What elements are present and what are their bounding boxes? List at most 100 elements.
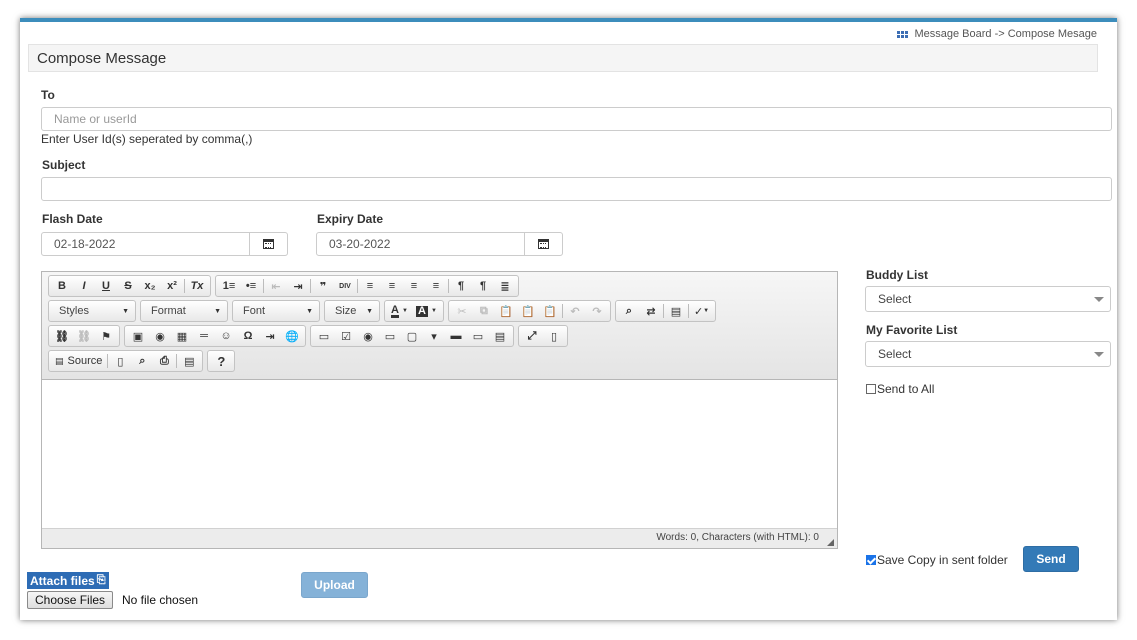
table-icon[interactable]: ▦ <box>171 326 193 346</box>
save-copy-checkbox[interactable] <box>866 555 876 565</box>
font-dropdown-label: Font <box>243 305 266 317</box>
expiry-date-input[interactable] <box>316 232 525 256</box>
editor-content-area[interactable] <box>42 380 837 528</box>
save-copy-option[interactable]: Save Copy in sent folder <box>866 553 1008 567</box>
source-button[interactable]: ▤ Source <box>51 351 106 371</box>
paste-text-icon[interactable]: 📋 <box>517 301 539 321</box>
text-color-icon[interactable]: A ▼ <box>387 301 412 321</box>
flash-date-input[interactable] <box>41 232 250 256</box>
send-to-all-checkbox[interactable] <box>866 384 876 394</box>
expiry-date-label: Expiry Date <box>317 212 384 226</box>
expiry-date-picker-button[interactable] <box>525 232 563 256</box>
flash-icon[interactable]: ◉ <box>149 326 171 346</box>
page-break-icon[interactable]: ⇥ <box>259 326 281 346</box>
send-to-all-label: Send to All <box>877 382 935 396</box>
image-button-icon[interactable]: ▭ <box>467 326 489 346</box>
attach-files-label: Attach files <box>30 573 95 588</box>
attach-files-link[interactable]: Attach files ⎘ <box>27 572 109 589</box>
print-icon[interactable]: ⎙ <box>153 351 175 371</box>
undo-icon[interactable]: ↶ <box>564 301 586 321</box>
preview-icon[interactable]: ⌕ <box>131 351 153 371</box>
templates-icon[interactable]: ▤ <box>178 351 200 371</box>
favorite-list-value: Select <box>878 347 912 361</box>
paste-icon[interactable]: 📋 <box>495 301 517 321</box>
cut-icon[interactable]: ✂ <box>451 301 473 321</box>
toolbar-row-2: Styles ▼ Format ▼ Font ▼ Size ▼ A ▼ A ▼ ✂ ⧉ <box>48 300 831 322</box>
size-dropdown[interactable]: Size ▼ <box>324 300 380 322</box>
select-all-icon[interactable]: ▤ <box>665 301 687 321</box>
separator <box>662 304 664 318</box>
align-left-button[interactable]: ≡ <box>359 276 381 296</box>
upload-button[interactable]: Upload <box>301 572 368 598</box>
outdent-button[interactable]: ⇤ <box>265 276 287 296</box>
language-button[interactable]: ≣ <box>494 276 516 296</box>
styles-dropdown[interactable]: Styles ▼ <box>48 300 136 322</box>
breadcrumb-text[interactable]: Message Board -> Compose Mesage <box>914 28 1097 40</box>
flash-date-label: Flash Date <box>42 212 103 226</box>
choose-files-button[interactable]: Choose Files <box>27 591 114 609</box>
colors-group: A ▼ A ▼ <box>384 300 444 322</box>
iframe-icon[interactable]: 🌐 <box>281 326 303 346</box>
bulleted-list-button[interactable]: •≡ <box>240 276 262 296</box>
subscript-button[interactable]: x₂ <box>139 276 161 296</box>
radio-icon[interactable]: ◉ <box>357 326 379 346</box>
buddy-list-select[interactable]: Select <box>865 286 1111 312</box>
form-icon[interactable]: ▭ <box>313 326 335 346</box>
image-icon[interactable]: ▣ <box>127 326 149 346</box>
link-icon[interactable]: ⛓ <box>51 326 73 346</box>
align-center-button[interactable]: ≡ <box>381 276 403 296</box>
indent-button[interactable]: ⇥ <box>287 276 309 296</box>
textfield-icon[interactable]: ▭ <box>379 326 401 346</box>
align-right-button[interactable]: ≡ <box>403 276 425 296</box>
blockquote-button[interactable]: ❞ <box>312 276 334 296</box>
replace-icon[interactable]: ⇄ <box>640 301 662 321</box>
word-count-text: Words: 0, Characters (with HTML): 0 <box>656 532 819 543</box>
redo-icon[interactable]: ↷ <box>586 301 608 321</box>
select-field-icon[interactable]: ▾ <box>423 326 445 346</box>
help-button[interactable]: ? <box>210 351 232 371</box>
paste-word-icon[interactable]: 📋 <box>539 301 561 321</box>
italic-button[interactable]: I <box>73 276 95 296</box>
unlink-icon[interactable]: ⛓ <box>73 326 95 346</box>
justify-button[interactable]: ≡ <box>425 276 447 296</box>
superscript-button[interactable]: x² <box>161 276 183 296</box>
copy-icon[interactable]: ⧉ <box>473 301 495 321</box>
flash-date-picker-button[interactable] <box>250 232 288 256</box>
toolbar-row-1: B I U S x₂ x² Tx 1≡ •≡ ⇤ ⇥ ❞ DIV ≡ ≡ ≡ ≡… <box>48 275 831 297</box>
rtl-button[interactable]: ¶ <box>472 276 494 296</box>
separator <box>176 354 178 368</box>
new-page-icon[interactable]: ▯ <box>109 351 131 371</box>
send-to-all-option[interactable]: Send to All <box>866 382 934 396</box>
source-icon: ▤ <box>55 355 64 366</box>
to-input[interactable] <box>41 107 1112 131</box>
smiley-icon[interactable]: ☺ <box>215 326 237 346</box>
maximize-icon[interactable]: ⤢ <box>521 326 543 346</box>
show-blocks-icon[interactable]: ▯ <box>543 326 565 346</box>
favorite-list-select[interactable]: Select <box>865 341 1111 367</box>
strike-button[interactable]: S <box>117 276 139 296</box>
textarea-icon[interactable]: ▢ <box>401 326 423 346</box>
buddy-list-value: Select <box>878 292 912 306</box>
compose-panel: Message Board -> Compose Mesage Compose … <box>20 18 1117 620</box>
spellcheck-icon[interactable]: ✓ ▼ <box>690 301 713 321</box>
underline-button[interactable]: U <box>95 276 117 296</box>
resize-handle-icon[interactable] <box>827 539 834 546</box>
font-dropdown[interactable]: Font ▼ <box>232 300 320 322</box>
format-dropdown[interactable]: Format ▼ <box>140 300 228 322</box>
anchor-flag-icon[interactable]: ⚑ <box>95 326 117 346</box>
remove-format-button[interactable]: Tx <box>186 276 208 296</box>
page-title: Compose Message <box>28 44 1098 72</box>
find-icon[interactable]: ⌕ <box>618 301 640 321</box>
hidden-field-icon[interactable]: ▤ <box>489 326 511 346</box>
checkbox-icon[interactable]: ☑ <box>335 326 357 346</box>
create-div-button[interactable]: DIV <box>334 276 356 296</box>
ltr-button[interactable]: ¶ <box>450 276 472 296</box>
special-char-icon[interactable]: Ω <box>237 326 259 346</box>
subject-input[interactable] <box>41 177 1112 201</box>
horizontal-line-icon[interactable]: ═ <box>193 326 215 346</box>
button-field-icon[interactable]: ▬ <box>445 326 467 346</box>
numbered-list-button[interactable]: 1≡ <box>218 276 240 296</box>
background-color-icon[interactable]: A ▼ <box>412 301 441 321</box>
send-button[interactable]: Send <box>1023 546 1079 572</box>
bold-button[interactable]: B <box>51 276 73 296</box>
